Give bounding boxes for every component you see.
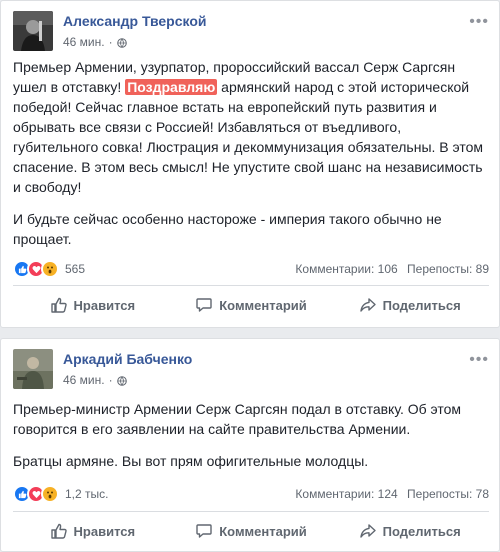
separator-dot: · bbox=[108, 35, 113, 49]
divider bbox=[13, 511, 489, 512]
author-name[interactable]: Александр Тверской bbox=[63, 13, 207, 29]
comment-button[interactable]: Комментарий bbox=[172, 290, 331, 320]
post-paragraph: Премьер-министр Армении Серж Саргсян под… bbox=[13, 401, 462, 437]
comment-icon bbox=[196, 298, 212, 312]
thumbs-up-icon bbox=[50, 297, 67, 313]
share-button[interactable]: Поделиться bbox=[330, 516, 489, 546]
text-fragment: армянский народ с этой исторической побе… bbox=[13, 79, 484, 195]
post-header: Александр Тверской 46 мин. · ••• bbox=[13, 11, 489, 51]
post-paragraph: И будьте сейчас особенно настороже - имп… bbox=[13, 211, 442, 247]
reactions-row: 565 Комментарии: 106 Перепосты: 89 bbox=[13, 259, 489, 279]
comment-icon bbox=[196, 524, 212, 538]
reaction-icons[interactable] bbox=[13, 260, 59, 278]
shares-count[interactable]: Перепосты: 89 bbox=[407, 262, 489, 276]
shares-count[interactable]: Перепосты: 78 bbox=[407, 487, 489, 501]
like-button[interactable]: Нравится bbox=[13, 516, 172, 546]
share-icon bbox=[359, 298, 376, 312]
post-body: Премьер Армении, узурпатор, пророссийски… bbox=[13, 57, 487, 261]
comments-count[interactable]: Комментарии: 124 bbox=[295, 487, 397, 501]
comments-count[interactable]: Комментарии: 106 bbox=[295, 262, 397, 276]
comment-label: Комментарий bbox=[219, 523, 307, 539]
comment-label: Комментарий bbox=[219, 297, 307, 313]
like-label: Нравится bbox=[73, 523, 136, 539]
post-paragraph: Премьер Армении, узурпатор, пророссийски… bbox=[13, 57, 487, 197]
post-card: Аркадий Бабченко 46 мин. · ••• Премьер-м… bbox=[0, 338, 500, 552]
post-meta: 46 мин. · bbox=[63, 35, 127, 49]
like-label: Нравится bbox=[73, 297, 136, 313]
post-stats: Комментарии: 124 Перепосты: 78 bbox=[289, 487, 489, 501]
action-bar: Нравится Комментарий Поделиться bbox=[13, 290, 489, 320]
reactions-count[interactable]: 565 bbox=[65, 262, 85, 276]
post-meta: 46 мин. · bbox=[63, 373, 127, 387]
wow-reaction-icon bbox=[41, 485, 59, 503]
thumbs-up-icon bbox=[50, 523, 67, 539]
highlighted-word[interactable]: Поздравляю bbox=[125, 79, 218, 95]
reactions-row: 1,2 тыс. Комментарии: 124 Перепосты: 78 bbox=[13, 484, 489, 504]
more-icon[interactable]: ••• bbox=[469, 351, 489, 369]
post-stats: Комментарии: 106 Перепосты: 89 bbox=[289, 262, 489, 276]
globe-icon bbox=[116, 37, 127, 48]
comment-button[interactable]: Комментарий bbox=[172, 516, 331, 546]
post-time[interactable]: 46 мин. bbox=[63, 35, 105, 49]
reactions-count[interactable]: 1,2 тыс. bbox=[65, 487, 108, 501]
divider bbox=[13, 285, 489, 286]
share-label: Поделиться bbox=[382, 523, 461, 539]
share-icon bbox=[359, 524, 376, 538]
share-button[interactable]: Поделиться bbox=[330, 290, 489, 320]
post-time[interactable]: 46 мин. bbox=[63, 373, 105, 387]
globe-icon bbox=[116, 375, 127, 386]
post-card: Александр Тверской 46 мин. · ••• Премьер… bbox=[0, 0, 500, 328]
post-body: Премьер-министр Армении Серж Саргсян под… bbox=[13, 399, 487, 483]
avatar[interactable] bbox=[13, 349, 53, 389]
avatar[interactable] bbox=[13, 11, 53, 51]
more-icon[interactable]: ••• bbox=[469, 13, 489, 31]
separator-dot: · bbox=[108, 373, 113, 387]
post-header: Аркадий Бабченко 46 мин. · ••• bbox=[13, 349, 489, 389]
action-bar: Нравится Комментарий Поделиться bbox=[13, 516, 489, 546]
share-label: Поделиться bbox=[382, 297, 461, 313]
post-paragraph: Братцы армяне. Вы вот прям офигительные … bbox=[13, 453, 369, 469]
like-button[interactable]: Нравится bbox=[13, 290, 172, 320]
wow-reaction-icon bbox=[41, 260, 59, 278]
author-name[interactable]: Аркадий Бабченко bbox=[63, 351, 192, 367]
reaction-icons[interactable] bbox=[13, 485, 59, 503]
